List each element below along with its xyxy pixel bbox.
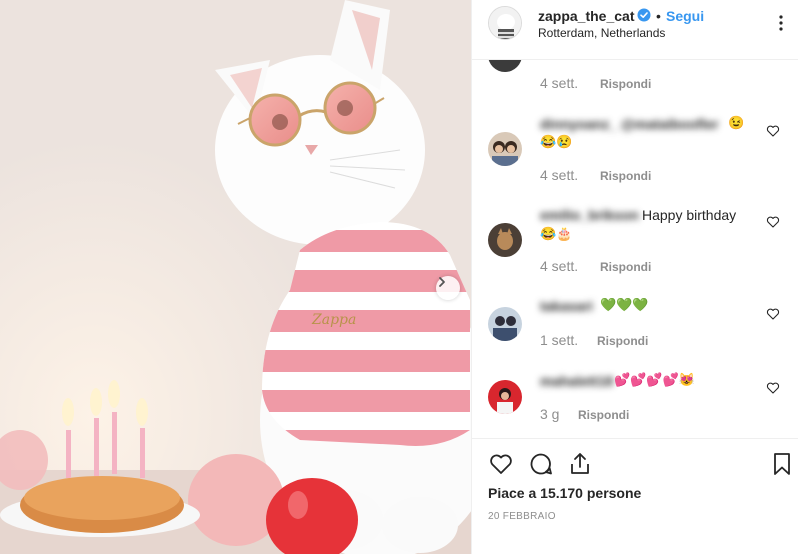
- share-icon[interactable]: [567, 451, 593, 477]
- commenter-avatar[interactable]: [488, 307, 522, 341]
- avatar-photo: [488, 132, 522, 166]
- comment-time: 1 sett.: [540, 332, 579, 348]
- reply-button[interactable]: Rispondi: [597, 334, 648, 348]
- comment-time: 4 sett.: [540, 258, 579, 274]
- reply-button[interactable]: Rispondi: [600, 169, 651, 183]
- post-date[interactable]: 20 FEBBRAIO: [488, 511, 556, 522]
- comment-emoji: 😂🎂: [540, 226, 573, 241]
- commenter-avatar[interactable]: [488, 60, 522, 72]
- verified-badge-icon: [637, 8, 651, 22]
- heart-icon[interactable]: [766, 381, 780, 395]
- reply-button[interactable]: Rispondi: [600, 77, 651, 91]
- commenter-username[interactable]: dinnyoanz_ @mataiboofler: [540, 116, 719, 132]
- necklace-name: Zappa: [311, 312, 356, 328]
- comment-emoji: 😉: [728, 115, 745, 130]
- heart-icon[interactable]: [488, 451, 514, 477]
- avatar-photo: [488, 380, 522, 414]
- reply-button[interactable]: Rispondi: [578, 408, 629, 422]
- comment-text: 💕💕💕💕😻: [614, 372, 695, 387]
- post-actions: Piace a 15.170 persone 20 FEBBRAIO: [472, 438, 798, 554]
- follow-button[interactable]: Segui: [666, 8, 704, 24]
- cat-avatar-icon: [489, 7, 521, 39]
- comment-text: 😂😢: [540, 134, 573, 149]
- commenter-avatar[interactable]: [488, 223, 522, 257]
- heart-icon[interactable]: [766, 124, 780, 138]
- comment-time: 3 g: [540, 406, 560, 422]
- next-photo-button[interactable]: [436, 276, 460, 300]
- commenter-avatar[interactable]: [488, 132, 522, 166]
- commenter-username[interactable]: mahalett18: [540, 373, 613, 389]
- chevron-right-icon: [439, 277, 445, 287]
- bookmark-icon[interactable]: [769, 451, 795, 477]
- comments-list[interactable]: 4 sett. Rispondi dinnyoanz_ @mataiboofle…: [472, 60, 798, 438]
- likes-count[interactable]: Piace a 15.170 persone: [488, 485, 641, 501]
- reply-button[interactable]: Rispondi: [600, 260, 651, 274]
- post-location[interactable]: Rotterdam, Netherlands: [538, 26, 665, 40]
- comment-time: 4 sett.: [540, 167, 579, 183]
- comment-text: Happy birthday: [642, 207, 737, 223]
- heart-icon[interactable]: [766, 215, 780, 229]
- post-photo[interactable]: Zappa: [0, 0, 471, 554]
- avatar-photo: [488, 307, 522, 341]
- author-avatar[interactable]: [488, 6, 522, 40]
- heart-icon[interactable]: [766, 307, 780, 321]
- header-separator: •: [656, 8, 661, 24]
- post-side-panel: zappa_the_cat • Segui Rotterdam, Netherl…: [471, 0, 798, 554]
- more-icon[interactable]: [772, 14, 790, 32]
- cat-birthday-illustration: Zappa: [0, 0, 471, 554]
- comment-time: 4 sett.: [540, 75, 579, 91]
- commenter-avatar[interactable]: [488, 380, 522, 414]
- author-username[interactable]: zappa_the_cat: [538, 8, 634, 24]
- comment-text: 💚💚💚: [600, 297, 649, 312]
- commenter-username[interactable]: emilio_brikson: [540, 207, 639, 223]
- avatar-photo: [488, 223, 522, 257]
- post-header: zappa_the_cat • Segui Rotterdam, Netherl…: [472, 0, 798, 60]
- comment-icon[interactable]: [528, 451, 554, 477]
- commenter-username[interactable]: takasari: [540, 298, 593, 314]
